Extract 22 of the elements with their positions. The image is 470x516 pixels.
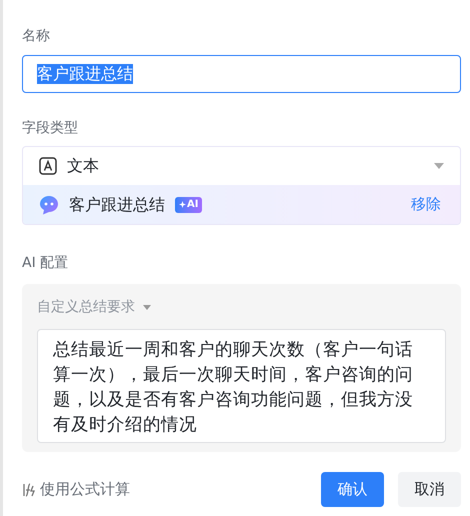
confirm-button[interactable]: 确认 xyxy=(321,472,384,507)
field-label: 字段类型 xyxy=(22,119,79,138)
caret-icon xyxy=(143,304,151,310)
prompt-text: 总结最近一周和客户的聊天次数（客户一句话算一次），最后一次聊天时间，客户咨询的问题，以及是否有客户咨询功能问题，但我方没有及时介绍的情况 xyxy=(53,339,414,437)
ai-badge: AI xyxy=(175,196,202,212)
field-label: 名称 xyxy=(22,27,51,46)
remove-link[interactable]: 移除 xyxy=(411,193,441,216)
ai-template-name: 客户跟进总结 xyxy=(69,194,165,216)
prompt-textarea[interactable]: 总结最近一周和客户的聊天次数（客户一句话算一次），最后一次聊天时间，客户咨询的问题，以及是否有客户咨询功能问题，但我方没有及时介绍的情况 xyxy=(37,329,446,443)
name-field[interactable]: 客户跟进总结 xyxy=(22,55,461,93)
name-value: 客户跟进总结 xyxy=(37,64,133,84)
dropdown-caret-icon xyxy=(434,163,444,169)
formula-link[interactable]: 使用公式计算 xyxy=(22,478,307,501)
sparkle-icon xyxy=(179,201,186,208)
cancel-button[interactable]: 取消 xyxy=(398,472,461,507)
chat-bubble-icon xyxy=(39,194,59,214)
section-label: AI 配置 xyxy=(22,254,70,273)
type-value: 文本 xyxy=(67,155,100,177)
formula-icon xyxy=(22,482,36,498)
type-select[interactable]: 文本 客户跟进总结 AI 移除 xyxy=(22,146,461,225)
prompt-type-dropdown[interactable]: 自定义总结要求 xyxy=(37,297,151,317)
text-type-icon xyxy=(39,157,57,175)
